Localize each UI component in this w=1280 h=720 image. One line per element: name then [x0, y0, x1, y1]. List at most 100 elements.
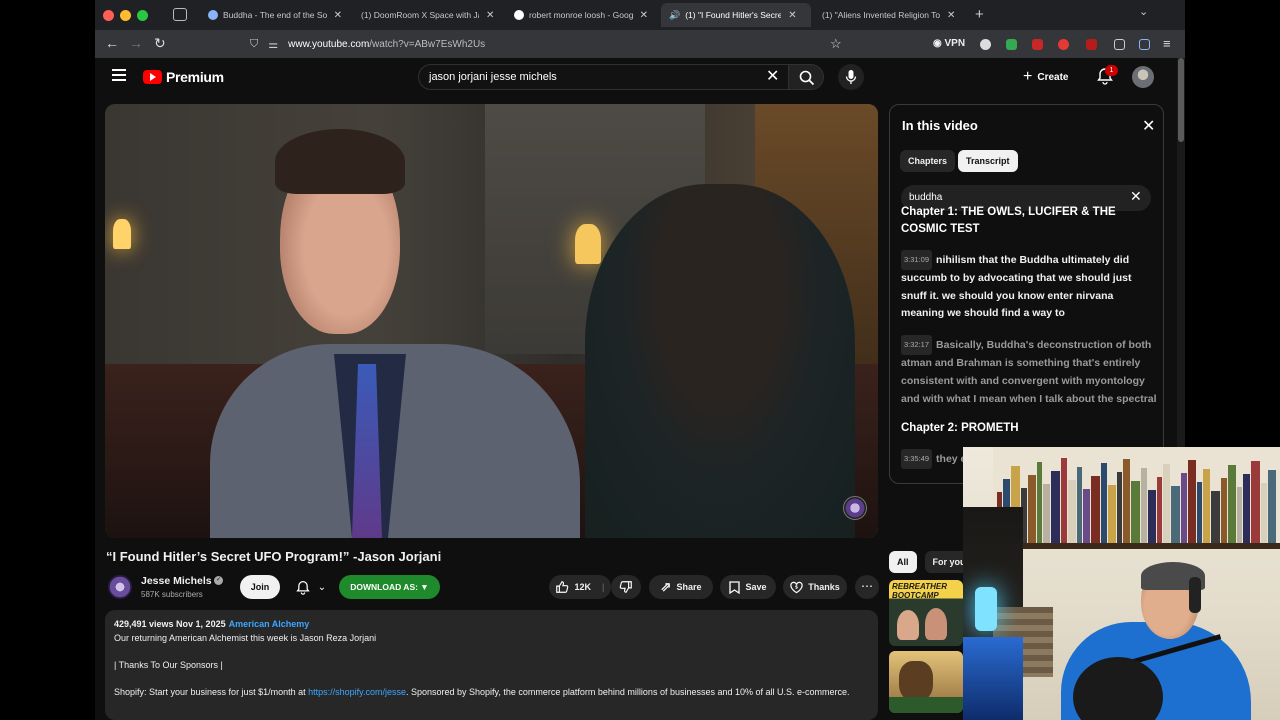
browser-tab[interactable]: (1) DoomRoom X Space with Ja ✕ [353, 3, 503, 27]
logo-word: Premium [166, 69, 224, 85]
save-button[interactable]: Save [720, 575, 776, 599]
channel-watermark-icon[interactable] [843, 496, 867, 520]
navigation-bar: ← → ↻ ⛉ ⚌ www.youtube.com/watch?v=ABw7Es… [95, 30, 1185, 58]
segment-timestamp: 3:32:17 [901, 335, 933, 355]
tab-title: (1) "Aliens Invented Religion To [822, 10, 940, 20]
close-tab-icon[interactable]: ✕ [947, 10, 955, 21]
extension-icon[interactable] [1032, 39, 1043, 50]
download-as-button[interactable]: DOWNLOAD AS: ▼ [339, 575, 440, 599]
create-button[interactable]: + Create [1023, 66, 1068, 88]
subscription-notifications-button[interactable]: ⌄ [288, 575, 334, 599]
sponsor-link[interactable]: https://shopify.com/jesse [308, 687, 406, 697]
close-window-button[interactable] [103, 10, 114, 21]
close-tab-icon[interactable]: ✕ [334, 10, 342, 21]
notification-badge: 1 [1105, 65, 1118, 76]
close-tab-icon[interactable]: ✕ [788, 10, 796, 21]
browser-tab[interactable]: robert monroe loosh - Google S ✕ [506, 3, 656, 27]
book-spine [1051, 471, 1060, 547]
youtube-premium-logo[interactable]: Premium [143, 69, 224, 85]
close-panel-icon[interactable]: ✕ [1142, 116, 1155, 136]
close-tab-icon[interactable]: ✕ [486, 10, 494, 21]
book-spine [1037, 462, 1042, 547]
related-filter-chips: All For you [889, 551, 974, 573]
voice-search-button[interactable] [838, 64, 864, 90]
forward-arrow-icon[interactable]: → [129, 35, 143, 51]
bell-icon [296, 580, 310, 595]
join-button[interactable]: Join [240, 575, 280, 599]
shield-icon[interactable]: ⛉ [250, 38, 258, 51]
transcript-list: Chapter 1: THE OWLS, LUCIFER & THE COSMI… [901, 206, 1157, 470]
share-label: Share [676, 582, 702, 592]
bookmark-icon [729, 580, 741, 594]
new-tab-button[interactable]: + [975, 6, 984, 23]
super-thanks-icon: $ [790, 581, 803, 593]
view-count-date: 429,491 views Nov 1, 2025 [114, 619, 226, 629]
reload-icon[interactable]: ↻ [154, 35, 166, 52]
related-video-thumbnail[interactable] [889, 651, 963, 713]
search-button[interactable] [788, 64, 824, 90]
search-icon [799, 70, 815, 86]
tab-chapters[interactable]: Chapters [900, 150, 956, 172]
book-spine [1083, 489, 1090, 547]
clear-search-icon[interactable]: ✕ [766, 66, 779, 86]
book-spine [1243, 474, 1250, 547]
browser-menu-icon[interactable]: ≡ [1163, 36, 1171, 51]
plus-icon: + [1023, 68, 1033, 85]
thanks-button[interactable]: $ Thanks [783, 575, 847, 599]
extensions-puzzle-icon[interactable] [1114, 39, 1125, 50]
dislike-button[interactable] [611, 575, 641, 599]
search-input[interactable]: jason jorjani jesse michels [418, 64, 798, 90]
minimize-window-button[interactable] [120, 10, 131, 21]
channel-avatar[interactable] [108, 575, 132, 599]
tab-bar: Buddha - The end of the Soul a ✕ (1) Doo… [95, 0, 1185, 30]
browser-tab[interactable]: (1) "Aliens Invented Religion To ✕ [814, 3, 964, 27]
youtube-header: Premium jason jorjani jesse michels ✕ + … [95, 58, 1185, 98]
extension-icon[interactable] [1006, 39, 1017, 50]
svg-text:$: $ [795, 584, 798, 590]
account-avatar[interactable] [1132, 66, 1154, 88]
like-button[interactable]: 12K | [549, 575, 611, 599]
transcript-segment[interactable]: 3:32:17 Basically, Buddha's deconstructio… [901, 335, 1157, 408]
book-spine [1251, 461, 1260, 547]
channel-name[interactable]: Jesse Michels [141, 575, 212, 587]
chapter-heading: Chapter 1: THE OWLS, LUCIFER & THE COSMI… [901, 206, 1116, 235]
window-controls [103, 10, 148, 21]
url-path: /watch?v=ABw7EsWh2Us [369, 38, 486, 50]
tab-title: (1) "I Found Hitler's Secret [685, 10, 782, 20]
book-spine [1228, 465, 1236, 547]
back-arrow-icon[interactable]: ← [105, 35, 119, 51]
tab-groups-icon[interactable] [173, 8, 187, 21]
side-panel-icon[interactable] [1139, 39, 1150, 50]
browser-tab[interactable]: Buddha - The end of the Soul a ✕ [200, 3, 350, 27]
more-actions-button[interactable]: ⋯ [855, 575, 879, 599]
share-arrow-icon: ⇗ [660, 579, 672, 594]
tab-transcript[interactable]: Transcript [958, 150, 1018, 172]
vpn-button[interactable]: ◉ VPN [933, 38, 965, 49]
close-tab-icon[interactable]: ✕ [640, 10, 648, 21]
clear-transcript-search-icon[interactable]: ✕ [1130, 188, 1142, 205]
hashtag-link[interactable]: American Alchemy [229, 619, 310, 629]
video-title: “I Found Hitler’s Secret UFO Program!” -… [106, 549, 442, 564]
audio-playing-icon[interactable]: 🔊 [669, 10, 680, 21]
description-box[interactable]: 429,491 views Nov 1, 2025 American Alchem… [105, 610, 878, 720]
browser-tab-active[interactable]: 🔊 (1) "I Found Hitler's Secret ✕ [661, 3, 811, 27]
address-bar[interactable]: ⛉ ⚌ www.youtube.com/watch?v=ABw7EsWh2Us [250, 33, 850, 55]
video-player[interactable] [105, 104, 878, 538]
tab-search-chevron-icon[interactable]: ⌄ [1139, 5, 1148, 18]
tab-favicon-icon [208, 10, 218, 20]
extension-icon[interactable] [980, 39, 991, 50]
transcript-segment[interactable]: 3:31:09 nihilism that the Buddha ultimate… [901, 250, 1157, 323]
share-button[interactable]: ⇗ Share [649, 575, 713, 599]
adblock-extension-icon[interactable] [1058, 39, 1069, 50]
book-spine [1141, 468, 1147, 547]
extension-icon[interactable] [1086, 39, 1097, 50]
browser-chrome: Buddha - The end of the Soul a ✕ (1) Doo… [95, 0, 1185, 58]
guide-menu-icon[interactable] [112, 69, 126, 83]
chip-all[interactable]: All [889, 551, 917, 573]
related-video-thumbnail[interactable]: REBREATHER BOOTCAMP [889, 580, 963, 646]
book-spine [1237, 487, 1242, 547]
site-settings-icon[interactable]: ⚌ [268, 38, 278, 51]
in-this-video-panel: In this video ✕ Chapters Transcript budd… [889, 104, 1164, 484]
maximize-window-button[interactable] [137, 10, 148, 21]
bookmark-star-icon[interactable]: ☆ [830, 36, 842, 52]
